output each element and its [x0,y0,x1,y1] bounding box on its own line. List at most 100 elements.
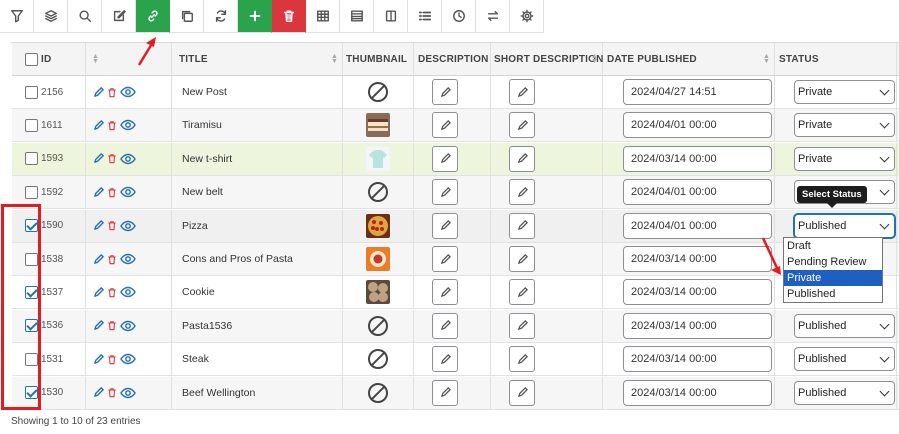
status-select[interactable]: Published [794,380,895,405]
header-title[interactable]: TITLE [179,43,208,75]
status-option-published[interactable]: Published [784,286,882,302]
pencil-icon[interactable] [93,253,104,265]
header-short-description[interactable]: SHORT DESCRIPTION [494,43,604,75]
trash-icon[interactable] [107,387,117,398]
eye-icon[interactable] [120,220,136,232]
eye-icon[interactable] [120,387,136,399]
trash-icon[interactable] [107,87,117,98]
status-select[interactable]: Private [794,113,895,138]
pencil-icon[interactable] [93,153,104,164]
description-edit-button[interactable] [432,145,458,172]
date-published-input[interactable]: 2024/03/14 00:00 [623,346,772,373]
add-button[interactable] [238,0,272,33]
duplicate-button[interactable] [170,0,204,33]
sort-arrows-icon[interactable]: ▲ ▼ [331,53,338,65]
date-published-input[interactable]: 2024/04/27 14:51 [623,79,772,105]
select-all-checkbox[interactable] [25,52,38,66]
trash-icon[interactable] [107,187,117,198]
status-option-draft[interactable]: Draft [784,238,882,254]
description-edit-button[interactable] [432,79,458,105]
date-published-input[interactable]: 2024/04/01 00:00 [623,112,772,139]
pencil-icon[interactable] [93,387,104,398]
date-published-input[interactable]: 2024/03/14 00:00 [623,312,772,339]
header-description[interactable]: DESCRIPTION [418,43,489,75]
status-select[interactable]: Published [794,213,895,238]
row-select-checkbox[interactable] [25,185,38,199]
short-description-edit-button[interactable] [509,379,535,406]
header-date-published[interactable]: DATE PUBLISHED [607,43,697,75]
date-published-input[interactable]: 2024/04/01 00:00 [623,179,772,206]
pencil-icon[interactable] [93,353,104,365]
short-description-edit-button[interactable] [509,179,535,206]
trash-icon[interactable] [107,354,117,365]
status-option-pending-review[interactable]: Pending Review [784,254,882,270]
delete-button[interactable] [272,0,306,33]
date-published-input[interactable]: 2024/03/14 00:00 [623,246,772,272]
short-description-edit-button[interactable] [509,246,535,272]
swap-button[interactable] [476,0,510,33]
description-edit-button[interactable] [432,179,458,206]
description-edit-button[interactable] [432,346,458,373]
table-view-button[interactable] [306,0,340,33]
list-button[interactable] [408,0,442,33]
trash-icon[interactable] [107,287,117,298]
short-description-edit-button[interactable] [509,79,535,105]
status-select[interactable]: Published [794,313,895,338]
pencil-icon[interactable] [93,120,104,131]
eye-icon[interactable] [120,320,136,332]
trash-icon[interactable] [107,220,117,231]
date-published-input[interactable]: 2024/04/01 00:00 [623,212,772,239]
sort-arrows-icon[interactable]: ▲ ▼ [92,53,99,65]
header-status[interactable]: STATUS [779,43,819,75]
edit-button[interactable] [102,0,136,33]
pencil-icon[interactable] [93,186,104,198]
history-button[interactable] [442,0,476,33]
description-edit-button[interactable] [432,246,458,272]
short-description-edit-button[interactable] [509,346,535,373]
short-description-edit-button[interactable] [509,212,535,239]
row-select-checkbox[interactable] [25,152,38,166]
description-edit-button[interactable] [432,279,458,306]
description-edit-button[interactable] [432,312,458,339]
short-description-edit-button[interactable] [509,312,535,339]
description-edit-button[interactable] [432,212,458,239]
refresh-button[interactable] [204,0,238,33]
description-edit-button[interactable] [432,379,458,406]
pencil-icon[interactable] [93,86,104,98]
short-description-edit-button[interactable] [509,145,535,172]
short-description-edit-button[interactable] [509,112,535,139]
settings-button[interactable] [510,0,544,33]
status-dropdown-list[interactable]: Draft Pending Review Private Published [783,237,883,303]
trash-icon[interactable] [107,153,117,164]
description-edit-button[interactable] [432,112,458,139]
status-select[interactable]: Private [794,146,895,171]
eye-icon[interactable] [120,353,136,365]
eye-icon[interactable] [120,86,136,98]
eye-icon[interactable] [120,186,136,198]
eye-icon[interactable] [120,153,136,165]
pencil-icon[interactable] [93,220,104,231]
trash-icon[interactable] [107,120,117,131]
status-option-private[interactable]: Private [784,270,882,286]
row-select-checkbox[interactable] [25,118,38,132]
header-thumbnail[interactable]: THUMBNAIL [346,43,407,75]
row-select-checkbox[interactable] [25,85,38,99]
filter-button[interactable] [0,0,34,33]
search-button[interactable] [68,0,102,33]
sort-arrows-icon[interactable]: ▲ ▼ [763,53,770,65]
columns-button[interactable] [374,0,408,33]
status-select[interactable]: Private [794,80,895,104]
date-published-input[interactable]: 2024/03/14 00:00 [623,279,772,306]
layers-button[interactable] [34,0,68,33]
status-select[interactable]: Published [794,347,895,372]
trash-icon[interactable] [107,320,117,331]
pencil-icon[interactable] [93,287,104,298]
trash-icon[interactable] [107,254,117,265]
pencil-icon[interactable] [93,320,104,331]
eye-icon[interactable] [120,119,136,131]
eye-icon[interactable] [120,286,136,298]
date-published-input[interactable]: 2024/03/14 00:00 [623,379,772,406]
date-published-input[interactable]: 2024/03/14 00:00 [623,145,772,172]
header-id[interactable]: ID [41,43,51,75]
eye-icon[interactable] [120,253,136,265]
